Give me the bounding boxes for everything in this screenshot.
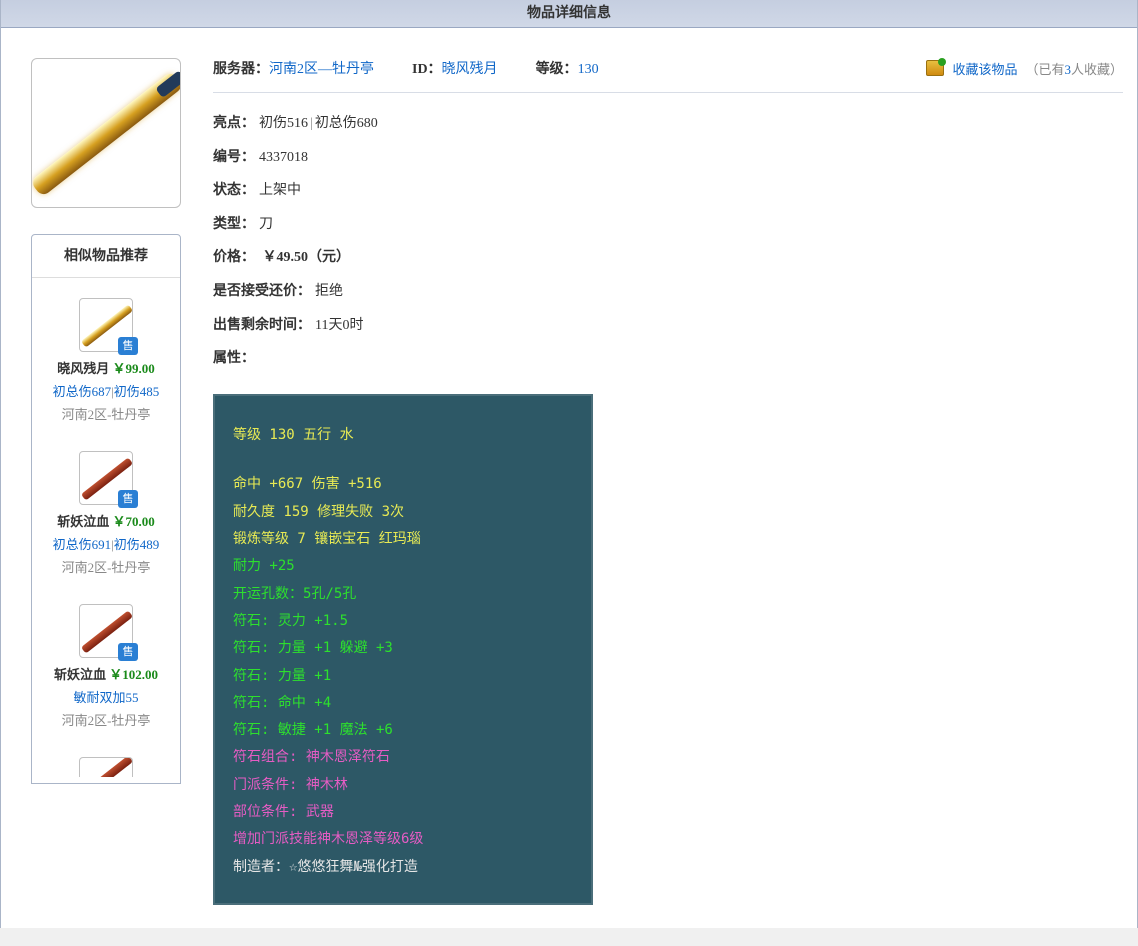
stats-box: 等级 130 五行 水 命中 +667 伤害 +516 耐久度 159 修理失败… [213, 394, 593, 905]
recommend-name: 斩妖泣血 [54, 667, 106, 682]
recommend-name: 晓风残月 [57, 361, 109, 376]
price-value: ￥49.50（元） [259, 250, 350, 265]
top-basics: 服务器：河南2区—牡丹亭 ID：晓风残月 等级：130 [213, 58, 599, 78]
level-label: 等级： [536, 62, 578, 77]
recommend-thumb [79, 757, 133, 777]
number-row: 编号：4337018 [213, 141, 1123, 175]
recommend-price: ￥102.00 [109, 667, 158, 682]
stat-line: 耐久度 159 修理失败 3次 [233, 499, 573, 526]
recommend-panel: 相似物品推荐 售 晓风残月 ￥99.00 初总伤687|初伤485 [31, 234, 181, 784]
favorite-count: （已有3人收藏） [1025, 59, 1123, 78]
stat-line: 符石: 命中 +4 [233, 690, 573, 717]
left-column: 相似物品推荐 售 晓风残月 ￥99.00 初总伤687|初伤485 [31, 58, 191, 918]
id-field: ID：晓风残月 [412, 58, 498, 78]
level-field: 等级：130 [536, 58, 599, 78]
recommend-item[interactable]: 售 晓风残月 ￥99.00 初总伤687|初伤485 河南2区-牡丹亭 [32, 278, 180, 431]
level-value: 130 [578, 62, 599, 77]
stat-line: 符石组合: 神木恩泽符石 [233, 744, 573, 771]
right-column: 服务器：河南2区—牡丹亭 ID：晓风残月 等级：130 收藏该物品 （已有3人收… [191, 58, 1123, 918]
info-lines: 亮点：初伤516|初总伤680 编号：4337018 状态：上架中 类型：刀 价… [213, 107, 1123, 376]
stat-line: 命中 +667 伤害 +516 [233, 471, 573, 498]
highlight-label: 亮点： [213, 116, 255, 131]
page-container: 物品详细信息 相似物品推荐 售 晓风残月 ￥99.00 [0, 0, 1138, 928]
sale-badge: 售 [118, 643, 138, 661]
stat-line: 制造者：☆悠悠狂舞№强化打造 [233, 854, 573, 881]
top-row: 服务器：河南2区—牡丹亭 ID：晓风残月 等级：130 收藏该物品 （已有3人收… [213, 58, 1123, 93]
stat-line: 等级 130 五行 水 [233, 422, 573, 449]
sword-icon [81, 757, 133, 777]
recommend-name-line: 斩妖泣血 ￥70.00 [32, 511, 180, 530]
sword-icon [31, 71, 181, 198]
stat-line: 耐力 +25 [233, 553, 573, 580]
recommend-price: ￥70.00 [113, 514, 155, 529]
item-image [31, 58, 181, 208]
recommend-name-line: 晓风残月 ￥99.00 [32, 358, 180, 377]
recommend-server: 河南2区-牡丹亭 [32, 404, 180, 423]
recommend-item[interactable] [32, 737, 180, 777]
attr-row: 属性： [213, 342, 1123, 376]
recommend-thumb: 售 [79, 298, 133, 352]
stat-line: 增加门派技能神木恩泽等级6级 [233, 826, 573, 853]
id-label: ID： [412, 62, 442, 77]
recommend-name-line: 斩妖泣血 ￥102.00 [32, 664, 180, 683]
page-title: 物品详细信息 [1, 0, 1137, 28]
server-field: 服务器：河南2区—牡丹亭 [213, 58, 374, 78]
highlight-row: 亮点：初伤516|初总伤680 [213, 107, 1123, 141]
recommend-thumb: 售 [79, 451, 133, 505]
favorite-link[interactable]: 收藏该物品 [952, 59, 1017, 78]
content: 相似物品推荐 售 晓风残月 ￥99.00 初总伤687|初伤485 [1, 28, 1137, 928]
stat-line: 锻炼等级 7 镶嵌宝石 红玛瑙 [233, 526, 573, 553]
sale-badge: 售 [118, 337, 138, 355]
recommend-name: 斩妖泣血 [57, 514, 109, 529]
stat-line: 符石: 灵力 +1.5 [233, 608, 573, 635]
server-label: 服务器： [213, 62, 269, 77]
favorite-icon [926, 60, 944, 76]
stat-line: 符石: 力量 +1 躲避 +3 [233, 635, 573, 662]
favorite-area: 收藏该物品 （已有3人收藏） [926, 59, 1123, 78]
recommend-item[interactable]: 售 斩妖泣血 ￥102.00 敏耐双加55 河南2区-牡丹亭 [32, 584, 180, 737]
stat-line: 开运孔数：5孔/5孔 [233, 581, 573, 608]
status-row: 状态：上架中 [213, 174, 1123, 208]
id-value[interactable]: 晓风残月 [442, 62, 498, 77]
recommend-item[interactable]: 售 斩妖泣血 ￥70.00 初总伤691|初伤489 河南2区-牡丹亭 [32, 431, 180, 584]
price-row: 价格： ￥49.50（元） [213, 241, 1123, 275]
sale-badge: 售 [118, 490, 138, 508]
type-row: 类型：刀 [213, 208, 1123, 242]
recommend-title: 相似物品推荐 [32, 235, 180, 278]
remain-row: 出售剩余时间：11天0时 [213, 309, 1123, 343]
recommend-highlights: 初总伤691|初伤489 [32, 534, 180, 553]
recommend-thumb: 售 [79, 604, 133, 658]
stat-line: 门派条件: 神木林 [233, 772, 573, 799]
stat-line: 部位条件: 武器 [233, 799, 573, 826]
recommend-server: 河南2区-牡丹亭 [32, 710, 180, 729]
recommend-highlights: 初总伤687|初伤485 [32, 381, 180, 400]
stat-line: 符石: 敏捷 +1 魔法 +6 [233, 717, 573, 744]
recommend-highlights: 敏耐双加55 [32, 687, 180, 706]
recommend-price: ￥99.00 [113, 361, 155, 376]
server-value[interactable]: 河南2区—牡丹亭 [269, 62, 374, 77]
stat-line: 符石: 力量 +1 [233, 663, 573, 690]
recommend-server: 河南2区-牡丹亭 [32, 557, 180, 576]
bargain-row: 是否接受还价：拒绝 [213, 275, 1123, 309]
